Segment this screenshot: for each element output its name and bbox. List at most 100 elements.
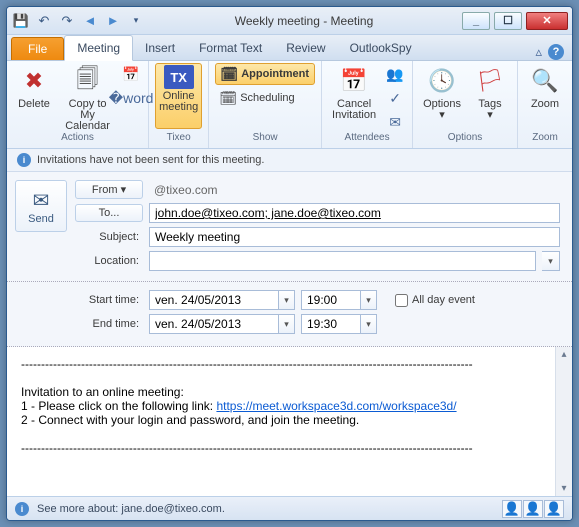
minimize-ribbon-icon[interactable]: ▵: [535, 44, 542, 60]
start-date-input[interactable]: [149, 290, 279, 310]
options-button[interactable]: 🕓 Options▾: [419, 63, 465, 129]
save-icon[interactable]: 💾: [11, 11, 31, 31]
ribbon: ✖ Delete 🗐 Copy to My Calendar 📅 �word A…: [7, 61, 572, 149]
status-text: See more about: jane.doe@tixeo.com.: [37, 503, 225, 515]
zoom-icon: 🔍: [529, 65, 561, 97]
maximize-button[interactable]: ☐: [494, 12, 522, 30]
delete-icon: ✖: [18, 65, 50, 97]
end-time-combo[interactable]: ▾: [301, 314, 377, 334]
close-button[interactable]: ✕: [526, 12, 568, 30]
ribbon-group-options: 🕓 Options▾ 🏳 Tags▾ Options: [413, 61, 518, 148]
people-pane[interactable]: 👤 👤 👤: [502, 500, 564, 518]
zoom-button[interactable]: 🔍 Zoom: [524, 63, 566, 129]
meeting-link[interactable]: https://meet.workspace3d.com/workspace3d…: [216, 399, 456, 413]
ribbon-group-attendees: 📅 Cancel Invitation 👥 ✓ ✉ Attendees: [322, 61, 413, 148]
chevron-down-icon[interactable]: ▾: [361, 314, 377, 334]
body-line2: 2 - Connect with your login and password…: [21, 413, 558, 427]
scroll-down-icon[interactable]: ▾: [556, 483, 572, 494]
scrollbar[interactable]: ▴ ▾: [555, 347, 572, 496]
tixeo-icon: TX: [164, 65, 194, 89]
ribbon-group-tixeo: TX Online meeting Tixeo: [149, 61, 209, 148]
header-form: ✉ Send From ▾ @tixeo.com To... Subject:: [7, 172, 572, 282]
start-time-input[interactable]: [301, 290, 361, 310]
forward-small-icon[interactable]: �word: [120, 87, 142, 109]
delete-button[interactable]: ✖ Delete: [13, 63, 55, 129]
ribbon-group-zoom: 🔍 Zoom Zoom: [518, 61, 572, 148]
tab-review[interactable]: Review: [274, 36, 337, 60]
status-bar: i See more about: jane.doe@tixeo.com. 👤 …: [7, 496, 572, 520]
start-date-combo[interactable]: ▾: [149, 290, 295, 310]
chevron-down-icon[interactable]: ▾: [279, 314, 295, 334]
window-controls: _ ☐ ✕: [462, 12, 568, 30]
start-time-combo[interactable]: ▾: [301, 290, 377, 310]
minimize-button[interactable]: _: [462, 12, 490, 30]
cancel-invitation-button[interactable]: 📅 Cancel Invitation: [328, 63, 380, 129]
end-time-label: End time:: [75, 318, 143, 330]
all-day-input[interactable]: [395, 294, 408, 307]
from-button[interactable]: From ▾: [75, 180, 143, 199]
scheduling-icon: 🗓: [220, 90, 236, 106]
scroll-up-icon[interactable]: ▴: [556, 349, 572, 360]
calendar-copy-icon: 🗐: [72, 65, 104, 97]
info-icon: i: [15, 502, 29, 516]
location-label: Location:: [75, 255, 143, 267]
window: 💾 ↶ ↷ ◄ ► ▾ Weekly meeting - Meeting _ ☐…: [6, 6, 573, 521]
chevron-down-icon[interactable]: ▾: [361, 290, 377, 310]
person-icon: 👤: [523, 500, 543, 518]
subject-input[interactable]: [149, 227, 560, 247]
address-book-icon[interactable]: 👥: [384, 63, 406, 85]
online-meeting-button[interactable]: TX Online meeting: [155, 63, 202, 129]
divider-bottom: ----------------------------------------…: [21, 441, 558, 455]
titlebar: 💾 ↶ ↷ ◄ ► ▾ Weekly meeting - Meeting _ ☐…: [7, 7, 572, 35]
calendar-small-icon[interactable]: 📅: [120, 63, 142, 85]
time-form: Start time: ▾ ▾ All day event End time: …: [7, 282, 572, 347]
end-date-input[interactable]: [149, 314, 279, 334]
prev-icon[interactable]: ◄: [80, 11, 100, 31]
qat-menu-icon[interactable]: ▾: [126, 11, 146, 31]
send-button[interactable]: ✉ Send: [15, 180, 67, 232]
end-date-combo[interactable]: ▾: [149, 314, 295, 334]
scheduling-button[interactable]: 🗓 Scheduling: [215, 87, 299, 109]
quick-access-toolbar: 💾 ↶ ↷ ◄ ► ▾: [11, 11, 146, 31]
tab-outlookspy[interactable]: OutlookSpy: [338, 36, 424, 60]
ribbon-group-show: 🗓 Appointment 🗓 Scheduling Show: [209, 61, 322, 148]
appointment-button[interactable]: 🗓 Appointment: [215, 63, 315, 85]
tab-meeting[interactable]: Meeting: [64, 35, 133, 61]
to-button[interactable]: To...: [75, 204, 143, 222]
undo-icon[interactable]: ↶: [34, 11, 54, 31]
location-input[interactable]: [149, 251, 536, 271]
check-names-icon[interactable]: ✓: [384, 87, 406, 109]
start-time-label: Start time:: [75, 294, 143, 306]
tags-button[interactable]: 🏳 Tags▾: [469, 63, 511, 129]
copy-to-calendar-button[interactable]: 🗐 Copy to My Calendar: [59, 63, 116, 129]
message-body[interactable]: ----------------------------------------…: [7, 347, 572, 496]
send-icon: ✉: [33, 188, 50, 213]
cancel-invite-icon: 📅: [338, 65, 370, 97]
next-icon[interactable]: ►: [103, 11, 123, 31]
tab-insert[interactable]: Insert: [133, 36, 187, 60]
info-icon: i: [17, 153, 31, 167]
file-tab[interactable]: File: [11, 37, 64, 60]
person-icon: 👤: [544, 500, 564, 518]
options-icon: 🕓: [426, 65, 458, 97]
tags-icon: 🏳: [474, 65, 506, 97]
window-title: Weekly meeting - Meeting: [146, 14, 462, 28]
body-line1: 1 - Please click on the following link: …: [21, 399, 558, 413]
appointment-icon: 🗓: [221, 66, 237, 82]
help-icon[interactable]: ?: [548, 44, 564, 60]
to-input[interactable]: [149, 203, 560, 223]
ribbon-group-actions: ✖ Delete 🗐 Copy to My Calendar 📅 �word A…: [7, 61, 149, 148]
response-options-icon[interactable]: ✉: [384, 111, 406, 133]
end-time-input[interactable]: [301, 314, 361, 334]
redo-icon[interactable]: ↷: [57, 11, 77, 31]
location-dropdown[interactable]: ▾: [542, 251, 560, 271]
all-day-checkbox[interactable]: All day event: [395, 294, 475, 307]
from-value: @tixeo.com: [149, 181, 560, 199]
chevron-down-icon[interactable]: ▾: [279, 290, 295, 310]
person-icon: 👤: [502, 500, 522, 518]
subject-label: Subject:: [75, 231, 143, 243]
body-intro: Invitation to an online meeting:: [21, 385, 558, 399]
divider-top: ----------------------------------------…: [21, 357, 558, 371]
tab-format-text[interactable]: Format Text: [187, 36, 274, 60]
info-text: Invitations have not been sent for this …: [37, 154, 264, 166]
